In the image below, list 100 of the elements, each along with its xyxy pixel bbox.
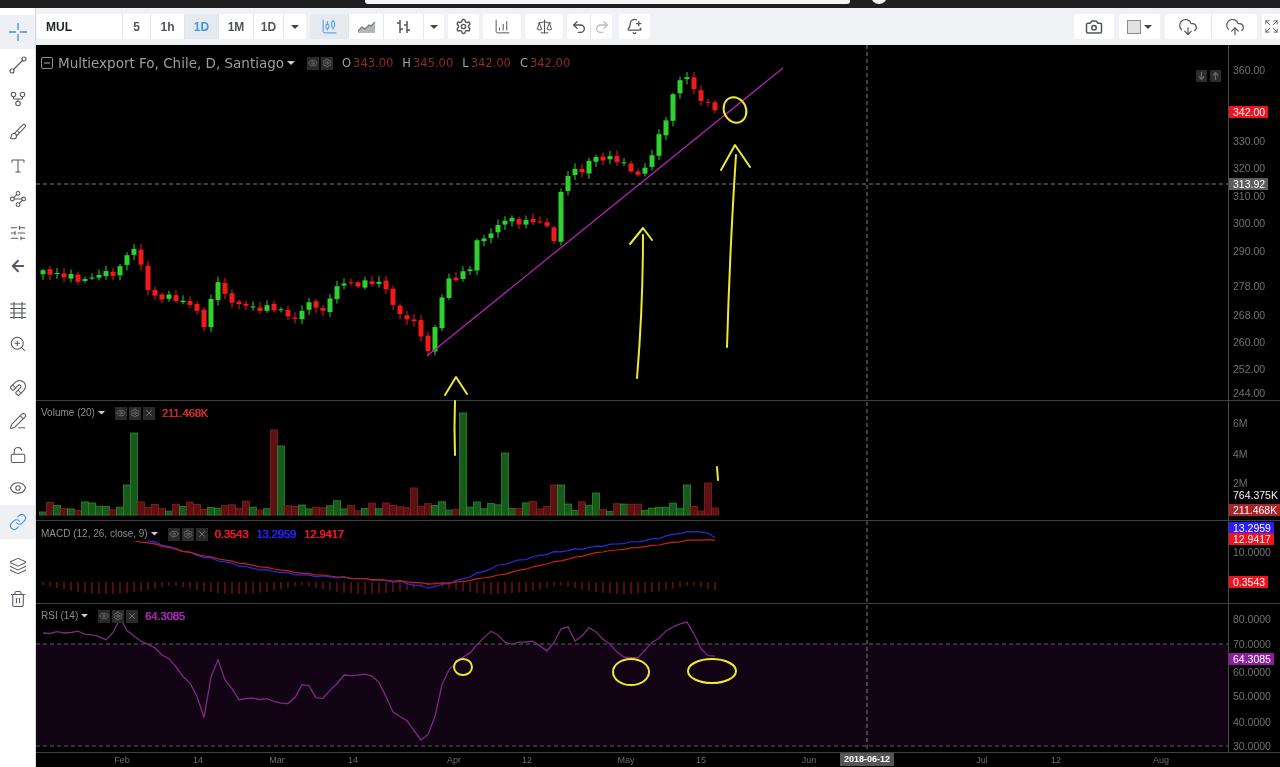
price-tag: 12.9417 [1229,533,1274,545]
indicator-title: RSI (14) [41,609,79,623]
ohlc-label: L [462,55,469,72]
settings-icon [455,18,472,35]
visibility-button[interactable] [114,406,127,420]
time-tag: 2018-06-12 [840,753,894,766]
scales-icon [535,18,553,35]
interval-button[interactable]: 5 [123,14,150,39]
axis-label: 278.00 [1233,280,1266,292]
time-label: May [617,754,635,766]
price-tag: 64.3085 [1229,653,1274,665]
ohlc-label: C [519,55,528,72]
axis-value: 764.375K [1233,489,1278,501]
cloud-upload-icon [1224,16,1245,37]
price-tag: 211.468K [1229,504,1280,516]
ohlc-label: H [402,55,411,72]
line-tool-icon [8,56,27,75]
axis-label: 244.00 [1233,387,1266,399]
indicator-value: 64.3085 [145,609,185,623]
sketch-circle [722,96,748,124]
axis-label: 252.00 [1233,363,1266,375]
close-icon [127,611,138,621]
settings-icon [113,611,124,621]
grid-icon [8,301,27,320]
collapse-icon[interactable] [41,57,53,69]
indicator-value: 13.2959 [256,527,297,541]
settings-button[interactable] [112,609,125,623]
sketch-circle [687,658,737,684]
close-button[interactable] [142,406,155,420]
candlestick-icon [320,18,338,35]
ohlc-value: 343.00 [353,55,394,72]
symbol-field[interactable]: MUL [37,14,123,39]
time-label: Jun [801,754,817,766]
indicator-title: MACD (12, 26, close, 9) [41,527,148,541]
arrow-up-icon [1212,72,1219,80]
visibility-button[interactable] [167,527,180,541]
series-title: Multiexport Fo, Chile, D, Santiago [58,54,285,72]
sliders-icon [8,223,27,242]
axis-label: 70.0000 [1233,638,1271,650]
axis-label: 330.00 [1233,135,1266,147]
axis-label: 360.00 [1233,64,1266,76]
settings-button[interactable] [181,527,194,541]
close-button[interactable] [126,609,139,623]
time-label: Apr [447,754,461,766]
sketch-circle [453,658,473,676]
redo-icon [593,18,610,35]
axis-label: 60.0000 [1233,666,1271,678]
undo-icon [570,18,587,35]
brush-icon [8,123,27,142]
input-field[interactable] [365,0,850,4]
time-label: Jul [976,754,988,766]
settings-icon [182,529,193,539]
axis-label: 40.0000 [1233,716,1271,728]
camera-icon [1085,17,1103,36]
magnet-icon [8,378,27,397]
settings-button[interactable] [321,56,334,70]
eye-icon [168,529,179,539]
close-button[interactable] [195,527,208,541]
interval-button[interactable]: 1D [253,14,283,39]
sketch-stroke [716,466,719,481]
close-icon [143,408,154,418]
time-label: Mar [269,754,285,766]
indicator-value: 12.9417 [304,527,344,541]
eye-icon [115,408,126,418]
axis-label: 50.0000 [1233,690,1271,702]
settings-button[interactable] [128,406,141,420]
swatch-icon [1127,19,1141,34]
axis-label: 10.0000 [1233,546,1271,558]
zoom-in-icon [8,334,27,353]
sketch-circle [612,658,650,686]
crosshair-icon [8,22,27,41]
bar-chart-icon [493,18,511,35]
caret-icon [97,411,105,415]
axis-label: 80.0000 [1233,613,1271,625]
time-label: 15 [696,754,706,766]
time-label: 14 [193,754,203,766]
visibility-button[interactable] [98,609,111,623]
visibility-button[interactable] [307,56,320,70]
trash-icon [8,590,27,609]
price-tag: 313.92 [1229,178,1269,190]
ohlc-value: 342.00 [529,55,571,72]
caret-icon [291,24,299,29]
price-tag: 13.2959 [1229,522,1274,534]
move-up-button[interactable] [1210,70,1221,82]
lock-open-icon [8,445,27,464]
move-down-button[interactable] [1196,70,1207,82]
caret-icon [150,532,158,536]
ohlc-label: O [342,55,352,72]
indicator-value: 0.3543 [214,527,249,541]
axis-label: 30.0000 [1233,740,1271,752]
axis-label: 300.00 [1233,217,1266,229]
time-label: Aug [1153,754,1169,766]
eye-icon [99,611,110,621]
interval-button[interactable]: 1M [218,14,253,39]
caret-icon [81,614,89,618]
text-icon [8,156,27,175]
axis-label: 320.00 [1233,162,1266,174]
pencil-icon [8,412,27,431]
caret-icon [287,61,296,65]
caret-icon [1144,24,1152,29]
